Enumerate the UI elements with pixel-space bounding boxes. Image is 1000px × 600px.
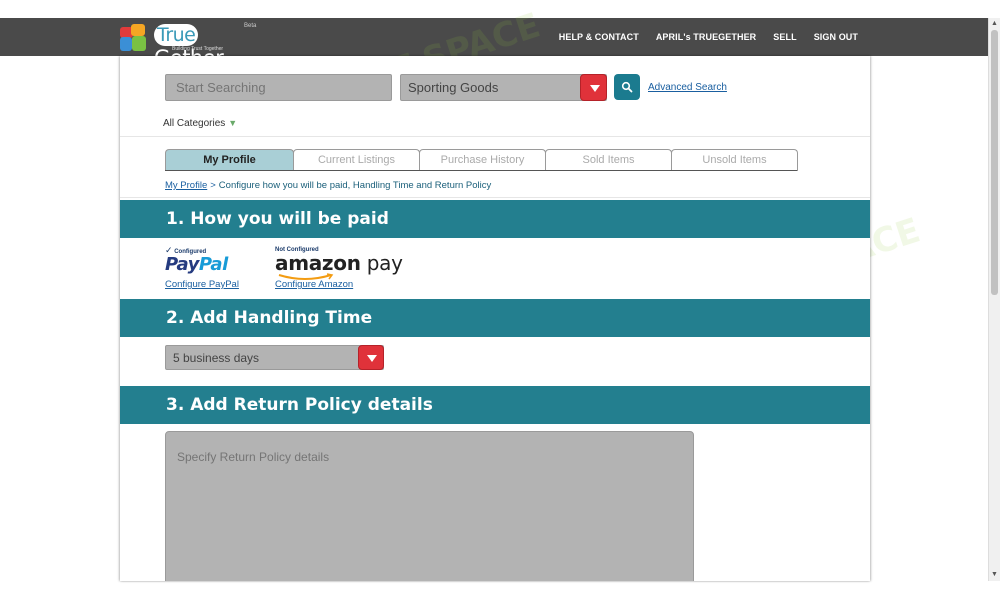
top-nav: HELP & CONTACT APRIL's TRUEGETHER SELL S… xyxy=(559,32,858,42)
chevron-down-icon[interactable] xyxy=(358,345,384,370)
configure-amazon-link[interactable]: Configure Amazon xyxy=(275,279,353,290)
nav-help-contact[interactable]: HELP & CONTACT xyxy=(559,32,639,42)
section-header-return-policy: 3. Add Return Policy details xyxy=(120,386,870,424)
search-input[interactable] xyxy=(165,74,392,101)
nav-sell[interactable]: SELL xyxy=(773,32,796,42)
breadcrumb-my-profile-link[interactable]: My Profile xyxy=(165,180,207,191)
all-categories-toggle[interactable]: All Categories ▼ xyxy=(163,118,237,129)
search-icon xyxy=(621,81,633,93)
section-header-payment: 1. How you will be paid xyxy=(120,200,870,238)
tab-purchase-history[interactable]: Purchase History xyxy=(419,149,546,171)
advanced-search-link[interactable]: Advanced Search xyxy=(648,82,727,93)
section-header-handling: 2. Add Handling Time xyxy=(120,299,870,337)
category-dropdown[interactable]: Sporting Goods xyxy=(400,74,607,101)
divider xyxy=(120,197,870,198)
amazon-logo-amazon: amazon xyxy=(275,251,361,275)
scroll-thumb[interactable] xyxy=(991,30,998,295)
nav-sign-out[interactable]: SIGN OUT xyxy=(814,32,858,42)
configure-paypal-link[interactable]: Configure PayPal xyxy=(165,279,239,290)
tab-current-listings[interactable]: Current Listings xyxy=(293,149,420,171)
breadcrumb-current: Configure how you will be paid, Handling… xyxy=(218,180,492,191)
tab-my-profile[interactable]: My Profile xyxy=(165,149,294,171)
logo-tagline: Building Trust Together xyxy=(172,46,224,52)
logo-beta-label: Beta xyxy=(244,23,257,29)
handling-time-value: 5 business days xyxy=(173,351,260,365)
handling-time-dropdown[interactable]: 5 business days xyxy=(165,345,384,370)
caret-down-icon: ▼ xyxy=(228,118,238,128)
truegether-logo[interactable]: TrueGether Beta Building Trust Together xyxy=(120,22,260,70)
all-categories-label: All Categories xyxy=(163,118,226,129)
tabs-underline xyxy=(165,170,797,171)
tab-sold-items[interactable]: Sold Items xyxy=(545,149,672,171)
paypal-logo-pal: Pal xyxy=(198,254,228,275)
breadcrumb: My Profile > Configure how you will be pai… xyxy=(165,180,491,191)
divider xyxy=(120,136,870,137)
amazon-pay-logo: amazon pay xyxy=(275,251,403,275)
paypal-logo: PayPal xyxy=(165,254,228,275)
logo-mark-icon xyxy=(120,24,146,51)
tab-unsold-items[interactable]: Unsold Items xyxy=(671,149,798,171)
chevron-down-icon[interactable] xyxy=(580,74,607,101)
profile-panel: Sporting Goods Advanced Search All Categ… xyxy=(120,56,870,581)
top-header-bar: TrueGether Beta Building Trust Together … xyxy=(0,18,988,70)
return-policy-textarea[interactable] xyxy=(165,431,694,581)
scroll-up-arrow-icon[interactable]: ▲ xyxy=(991,20,998,28)
amazon-logo-pay: pay xyxy=(366,251,403,275)
logo-true-text: True xyxy=(154,24,199,46)
nav-my-truegether[interactable]: APRIL's TRUEGETHER xyxy=(656,32,756,42)
search-button[interactable] xyxy=(614,74,640,100)
category-dropdown-value: Sporting Goods xyxy=(408,80,499,95)
profile-tabs: My Profile Current Listings Purchase His… xyxy=(165,149,798,171)
page-scrollbar[interactable]: ▲ ▼ xyxy=(988,18,1000,581)
breadcrumb-separator: > xyxy=(210,180,216,191)
paypal-logo-pay: Pay xyxy=(165,254,199,275)
paypal-option: ✓ Configured PayPal Configure PayPal xyxy=(165,245,255,295)
scroll-down-arrow-icon[interactable]: ▼ xyxy=(991,571,998,579)
amazon-pay-option: Not Configured amazon pay Configure Amaz… xyxy=(275,245,415,295)
